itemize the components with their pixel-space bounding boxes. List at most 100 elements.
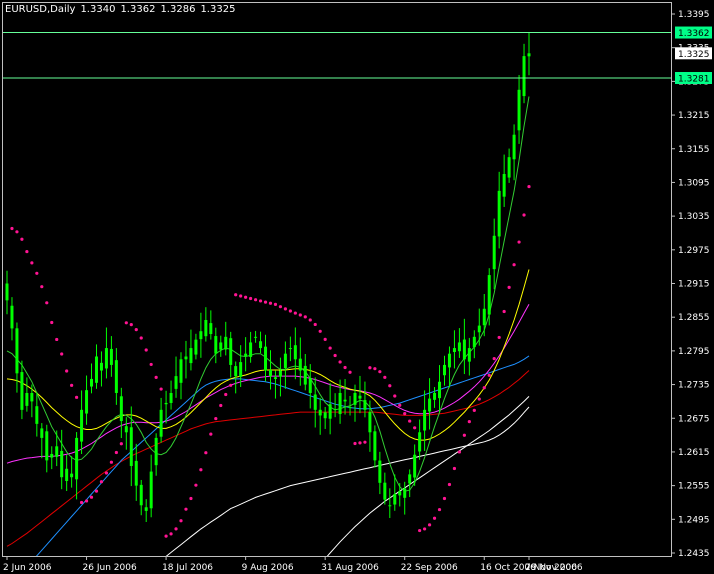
price-tick-label: 1.3395 bbox=[678, 10, 710, 20]
sar-dot bbox=[403, 411, 407, 416]
sar-dot bbox=[109, 460, 113, 464]
sar-dot bbox=[10, 226, 14, 231]
candle-body bbox=[194, 339, 198, 355]
price-tick-label: 1.2555 bbox=[678, 482, 710, 492]
sar-dot bbox=[418, 528, 422, 533]
sar-dot bbox=[55, 337, 59, 342]
candle-body bbox=[70, 473, 74, 478]
price-tick-label: 1.2975 bbox=[678, 246, 710, 256]
sar-dot bbox=[45, 301, 49, 305]
candle-body bbox=[109, 348, 113, 365]
price-tick-label: 1.2675 bbox=[678, 414, 710, 424]
candle-body bbox=[35, 406, 39, 424]
candle-body bbox=[452, 348, 456, 353]
sar-dot bbox=[20, 237, 24, 241]
candle-body bbox=[423, 409, 427, 431]
sar-dot bbox=[174, 527, 178, 531]
sar-dot bbox=[482, 386, 486, 390]
price-tick-label: 1.2435 bbox=[678, 549, 710, 559]
sar-dot bbox=[383, 375, 387, 379]
sar-dot bbox=[149, 362, 153, 367]
sar-dot bbox=[388, 384, 392, 388]
sar-dot bbox=[164, 534, 168, 538]
sar-dot bbox=[338, 360, 342, 364]
time-tick-label: 31 Aug 2006 bbox=[321, 563, 379, 573]
candle-body bbox=[184, 356, 188, 360]
sar-dot bbox=[184, 507, 188, 511]
sar-dot bbox=[353, 441, 357, 446]
candle-body bbox=[5, 283, 9, 301]
sar-dot bbox=[273, 302, 278, 306]
candle-body bbox=[104, 348, 108, 369]
candle-body bbox=[149, 471, 153, 509]
open-value: 1.3340 bbox=[80, 4, 116, 15]
candle-body bbox=[164, 402, 168, 405]
candle-body bbox=[403, 488, 407, 498]
candle-body bbox=[363, 400, 367, 410]
candle-body bbox=[55, 446, 59, 457]
sar-dot bbox=[527, 184, 531, 189]
candle-body bbox=[413, 454, 417, 478]
sar-dot bbox=[154, 375, 158, 379]
sar-dot bbox=[393, 394, 397, 398]
sar-dot bbox=[373, 367, 377, 371]
sar-dot bbox=[15, 230, 19, 234]
candle-body bbox=[80, 409, 84, 442]
candle-body bbox=[90, 378, 94, 387]
sar-dot bbox=[363, 440, 367, 444]
sar-dot bbox=[94, 489, 99, 493]
candle-body bbox=[219, 342, 223, 350]
candle-body bbox=[273, 377, 277, 379]
price-chart[interactable]: 1.33951.33351.32751.32151.31551.30951.30… bbox=[0, 0, 714, 574]
sar-dot bbox=[318, 329, 322, 333]
sar-dot bbox=[502, 309, 506, 314]
candle-body bbox=[264, 346, 268, 371]
candle-body bbox=[482, 308, 486, 326]
price-tick-label: 1.3095 bbox=[678, 178, 710, 188]
candle-body bbox=[189, 348, 193, 364]
sar-dot bbox=[50, 320, 54, 325]
price-tick-label: 1.2735 bbox=[678, 381, 710, 391]
sar-dot bbox=[492, 357, 496, 361]
sar-dot bbox=[288, 309, 292, 313]
sar-dot bbox=[462, 433, 466, 437]
candle-body bbox=[433, 392, 437, 400]
sar-dot bbox=[343, 365, 347, 370]
sar-dot bbox=[194, 483, 198, 487]
sar-dot bbox=[229, 383, 233, 387]
sar-dot bbox=[423, 527, 427, 531]
sar-dot bbox=[263, 300, 268, 304]
chart-header: EURUSD,Daily 1.3340 1.3362 1.3286 1.3325 bbox=[5, 4, 240, 15]
candle-body bbox=[408, 474, 412, 484]
candle-body bbox=[40, 428, 44, 438]
sar-dot bbox=[40, 285, 44, 289]
candle-body bbox=[487, 275, 491, 315]
candle-body bbox=[85, 390, 89, 414]
sar-dot bbox=[144, 348, 148, 352]
sar-dot bbox=[507, 285, 511, 289]
plot-area bbox=[3, 32, 671, 556]
candle-body bbox=[467, 348, 471, 362]
candle-body bbox=[134, 460, 138, 486]
candle-body bbox=[472, 336, 476, 348]
chart-window[interactable]: 1.33951.33351.32751.32151.31551.30951.30… bbox=[0, 0, 714, 574]
sar-dot bbox=[234, 293, 238, 297]
sar-dot bbox=[199, 468, 203, 472]
price-tick-label: 1.2615 bbox=[678, 448, 710, 458]
sar-dot bbox=[134, 328, 138, 332]
sar-dot bbox=[512, 263, 516, 267]
sar-dot bbox=[432, 516, 437, 520]
candle-body bbox=[527, 53, 531, 57]
sar-dot bbox=[477, 397, 481, 401]
sar-dot bbox=[35, 271, 39, 275]
sar-dot bbox=[313, 322, 317, 327]
candle-body bbox=[239, 362, 243, 377]
candle-body bbox=[288, 348, 292, 350]
candle-body bbox=[15, 328, 19, 374]
candle-body bbox=[462, 339, 466, 360]
candle-body bbox=[234, 366, 238, 377]
candle-body bbox=[65, 468, 69, 481]
sar-dot bbox=[204, 451, 208, 455]
candle-body bbox=[507, 157, 511, 178]
time-tick-label: 18 Jul 2006 bbox=[162, 563, 213, 573]
